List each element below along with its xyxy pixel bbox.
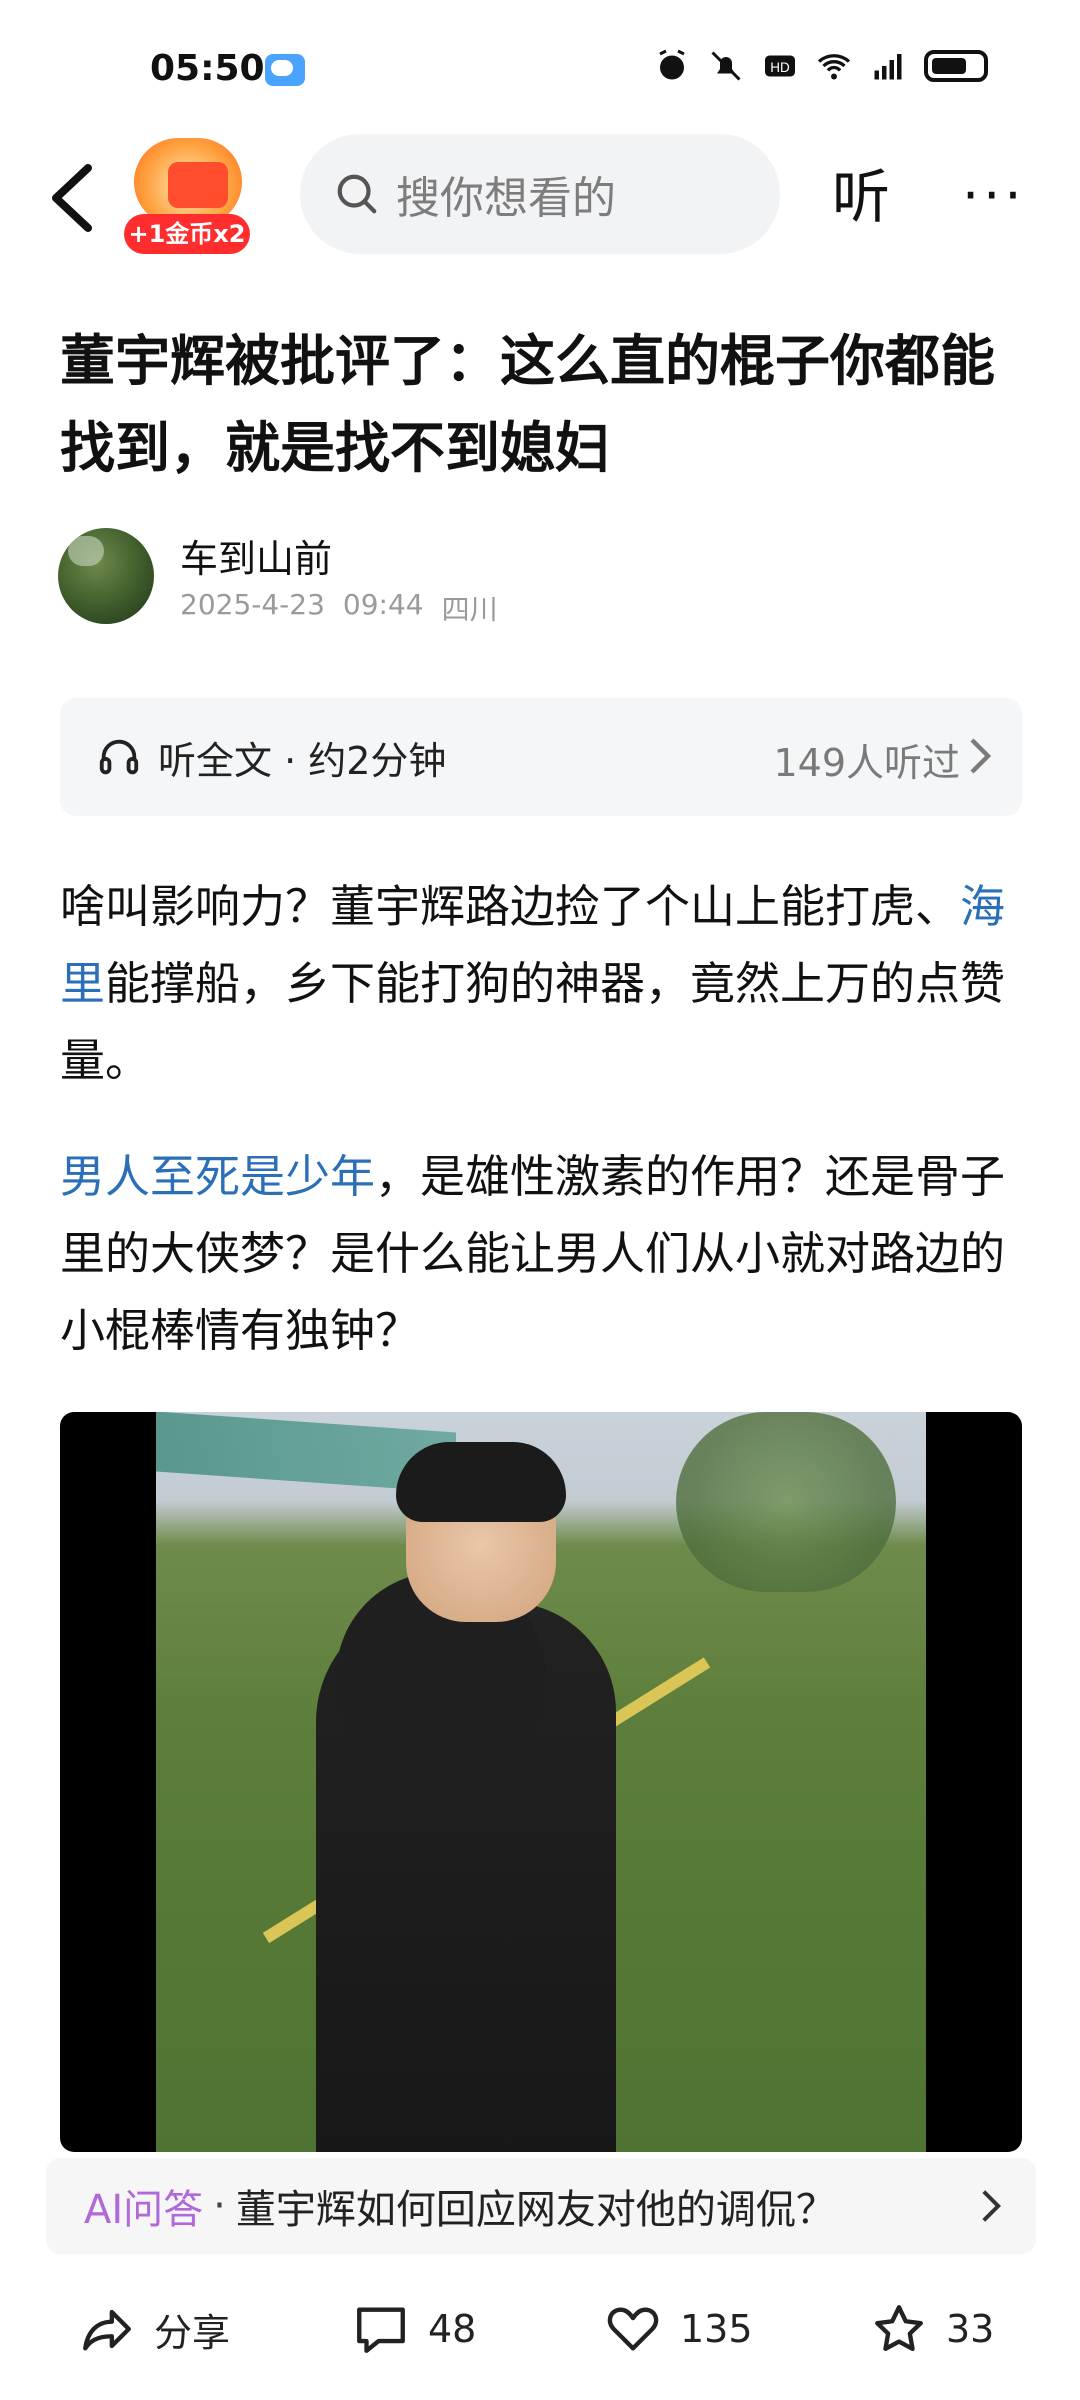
chevron-right-icon: [970, 738, 992, 774]
status-time: 05:50: [150, 48, 265, 89]
signal-5g-icon: [874, 54, 902, 80]
publish-time: 09:44: [342, 588, 424, 621]
separator-dot: ·: [213, 2183, 226, 2229]
search-icon: [337, 174, 377, 214]
ai-qa-bar[interactable]: AI问答 · 董宇辉如何回应网友对他的调侃？: [46, 2158, 1036, 2254]
more-icon[interactable]: ···: [962, 164, 1026, 227]
listen-count: 149人听过: [773, 741, 960, 785]
coin-reward-badge[interactable]: +1金币x2: [124, 138, 254, 258]
search-input[interactable]: 搜你想看的: [300, 134, 780, 254]
ai-question: 董宇辉如何回应网友对他的调侃？: [235, 2187, 836, 2233]
wifi-icon: [817, 54, 851, 80]
favorite-button[interactable]: 33: [870, 2300, 994, 2358]
battery-icon: [924, 50, 988, 82]
paragraph-text: 啥叫影响力？董宇辉路边捡了个山上能打虎、: [60, 880, 961, 933]
alarm-icon: [659, 49, 685, 80]
chevron-right-icon: [982, 2190, 1002, 2222]
mute-icon: [711, 51, 741, 81]
share-icon: [83, 2309, 131, 2351]
coin-icon: [134, 138, 242, 226]
tree-shape: [676, 1412, 896, 1592]
comment-count: 48: [428, 2307, 477, 2351]
status-icons: HD: [654, 48, 988, 84]
article-title: 董宇辉被批评了：这么直的棍子你都能找到，就是找不到媳妇: [60, 329, 996, 480]
favorite-count: 33: [946, 2307, 995, 2351]
article-paragraph-2: 男人至死是少年，是雄性激素的作用？还是骨子里的大侠梦？是什么能让男人们从小就对路…: [60, 1138, 1022, 1369]
share-button[interactable]: 分享: [78, 2300, 230, 2358]
bottom-action-bar: 分享 48 135 33: [0, 2270, 1080, 2400]
hd-icon: HD: [765, 55, 795, 77]
top-nav: +1金币x2 搜你想看的 听 ···: [0, 130, 1080, 260]
publish-date: 2025-4-23: [180, 588, 325, 621]
share-label: 分享: [154, 2310, 231, 2355]
publish-location: 四川: [441, 593, 498, 626]
paragraph-text: 能撑船，乡下能打狗的神器，竟然上万的点赞量。: [60, 957, 1006, 1087]
author-meta: 2025-4-23 09:44 四川: [180, 588, 498, 628]
headphone-icon: [99, 739, 139, 775]
svg-text:HD: HD: [770, 60, 790, 75]
photo-scene: [156, 1412, 926, 2152]
topic-link-shaonian[interactable]: 男人至死是少年: [60, 1150, 375, 1203]
heart-icon: [607, 2307, 659, 2351]
article-image[interactable]: [60, 1412, 1022, 2152]
listen-button[interactable]: 听: [832, 150, 890, 234]
status-bar: 05:50 HD: [0, 0, 1080, 120]
search-placeholder: 搜你想看的: [396, 173, 616, 224]
listen-label: 听全文 · 约2分钟: [158, 738, 447, 783]
coin-reward-label: +1金币x2: [124, 214, 250, 254]
comment-icon: [357, 2307, 405, 2353]
like-count: 135: [680, 2307, 753, 2351]
author-avatar[interactable]: [58, 528, 154, 624]
back-icon[interactable]: [44, 160, 100, 236]
comment-button[interactable]: 48: [352, 2300, 476, 2358]
ai-qa-label: AI问答: [84, 2187, 204, 2233]
listen-full-text-bar[interactable]: 听全文 · 约2分钟 149人听过: [60, 698, 1022, 816]
hair-shape: [396, 1442, 566, 1522]
star-icon: [875, 2305, 923, 2351]
like-button[interactable]: 135: [604, 2300, 753, 2358]
article-paragraph-1: 啥叫影响力？董宇辉路边捡了个山上能打虎、海里能撑船，乡下能打狗的神器，竟然上万的…: [60, 868, 1022, 1099]
author-name[interactable]: 车到山前: [180, 528, 332, 583]
weather-icon: [265, 54, 305, 86]
